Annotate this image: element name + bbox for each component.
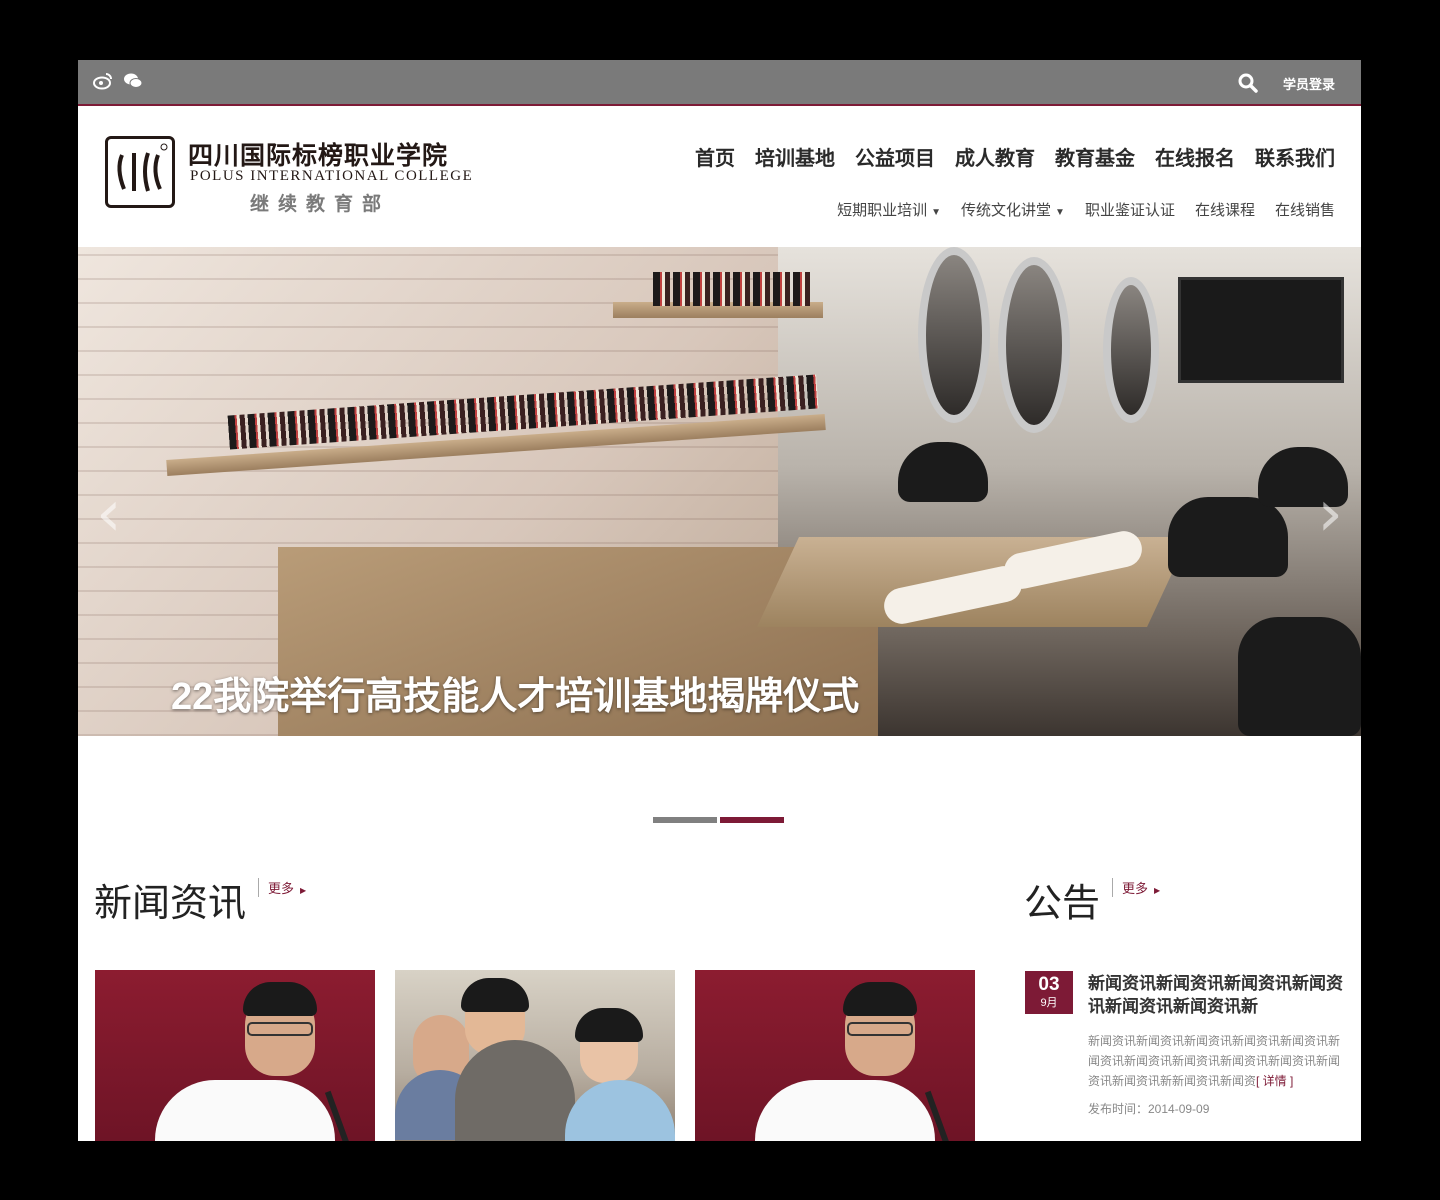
- student-login-link[interactable]: 学员登录: [1283, 74, 1335, 93]
- wechat-icon[interactable]: [122, 72, 144, 94]
- thumb-figure: [243, 982, 317, 1016]
- notice-title: 公告: [1024, 883, 1101, 925]
- banner-chair: [1168, 497, 1288, 577]
- thumb-figure: [575, 1008, 643, 1042]
- nav-public-welfare[interactable]: 公益项目: [855, 142, 935, 171]
- news-thumb-1[interactable]: [95, 970, 375, 1141]
- caret-right-icon: ▶: [300, 886, 307, 895]
- news-title: 新闻资讯: [94, 883, 247, 925]
- nav-training-base[interactable]: 培训基地: [755, 142, 835, 171]
- notice-more-link[interactable]: 更多 ▶: [1112, 878, 1160, 897]
- nav-home[interactable]: 首页: [695, 142, 735, 171]
- subnav-traditional-culture[interactable]: 传统文化讲堂 ▼: [961, 199, 1065, 220]
- logo-department: 继续教育部: [250, 194, 391, 215]
- subnav-label: 在线课程: [1194, 202, 1255, 219]
- banner-mirror: [998, 257, 1070, 433]
- news-thumb-2[interactable]: [395, 970, 675, 1141]
- more-label: 更多: [268, 881, 295, 896]
- notice-detail-link[interactable]: [ 详情 ]: [1256, 1074, 1293, 1088]
- notice-day: 03: [1038, 974, 1060, 995]
- subnav-short-training[interactable]: 短期职业培训 ▼: [837, 199, 941, 220]
- caret-down-icon: ▼: [931, 207, 942, 218]
- search-icon[interactable]: [1238, 73, 1258, 93]
- banner-mirror: [1103, 277, 1159, 423]
- hero-banner[interactable]: 22我院举行高技能人才培训基地揭牌仪式 ‹ ›: [78, 247, 1361, 736]
- prev-arrow-icon[interactable]: ‹: [96, 477, 122, 551]
- notice-date-badge: 03 9月: [1025, 971, 1073, 1014]
- main-nav: 首页 培训基地 公益项目 成人教育 教育基金 在线报名 联系我们: [695, 142, 1335, 171]
- more-label: 更多: [1122, 881, 1149, 896]
- news-thumb-3[interactable]: [695, 970, 975, 1141]
- subnav-label: 传统文化讲堂: [961, 202, 1052, 219]
- slide-pager: [653, 817, 784, 823]
- thumb-figure: [455, 1040, 575, 1141]
- banner-tv: [1178, 277, 1344, 383]
- notice-publish-time: 发布时间：2014-09-09: [1088, 1102, 1210, 1116]
- nav-adult-education[interactable]: 成人教育: [955, 142, 1035, 171]
- logo-chinese-name[interactable]: 四川国际标榜职业学院: [188, 136, 448, 172]
- next-arrow-icon[interactable]: ›: [1317, 477, 1343, 551]
- notice-body-text: 新闻资讯新闻资讯新闻资讯新闻资讯新闻资讯新闻资讯新闻资讯新闻资讯新闻资讯新闻资讯…: [1088, 1034, 1341, 1088]
- banner-bottles: [653, 272, 813, 306]
- subnav-label: 短期职业培训: [837, 202, 928, 219]
- top-bar: 学员登录: [78, 60, 1361, 106]
- caret-down-icon: ▼: [1055, 207, 1065, 218]
- news-more-link[interactable]: 更多 ▶: [258, 878, 306, 897]
- banner-mirror: [918, 247, 990, 423]
- subnav-online-sales[interactable]: 在线销售: [1275, 199, 1335, 220]
- subnav-label: 职业鉴证认证: [1084, 202, 1175, 219]
- thumb-figure: [461, 978, 529, 1012]
- subnav-online-courses[interactable]: 在线课程: [1195, 199, 1255, 220]
- subnav-certification[interactable]: 职业鉴证认证: [1085, 199, 1175, 220]
- page: 学员登录 四川国际标榜职业学院 POLUS INTERNATIONAL COLL…: [78, 60, 1361, 1141]
- logo-mark[interactable]: [105, 136, 175, 208]
- nav-education-fund[interactable]: 教育基金: [1055, 142, 1135, 171]
- thumb-figure: [247, 1022, 313, 1036]
- notice-month: 9月: [1040, 997, 1058, 1009]
- nav-contact-us[interactable]: 联系我们: [1255, 142, 1335, 171]
- pager-dot-1[interactable]: [653, 817, 717, 823]
- thumb-figure: [755, 1080, 935, 1141]
- thumb-figure: [843, 982, 917, 1016]
- notice-item-title[interactable]: 新闻资讯新闻资讯新闻资讯新闻资讯新闻资讯新闻资讯新: [1088, 972, 1343, 1018]
- caret-right-icon: ▶: [1154, 886, 1161, 895]
- thumb-figure: [847, 1022, 913, 1036]
- subnav-label: 在线销售: [1274, 202, 1335, 219]
- sub-nav: 短期职业培训 ▼ 传统文化讲堂 ▼ 职业鉴证认证 在线课程 在线销售: [837, 199, 1335, 220]
- thumb-figure: [155, 1080, 335, 1141]
- nav-online-registration[interactable]: 在线报名: [1155, 142, 1235, 171]
- banner-caption[interactable]: 22我院举行高技能人才培训基地揭牌仪式: [171, 665, 859, 720]
- banner-chair: [1238, 617, 1361, 736]
- notice-item-body: 新闻资讯新闻资讯新闻资讯新闻资讯新闻资讯新闻资讯新闻资讯新闻资讯新闻资讯新闻资讯…: [1088, 1031, 1343, 1091]
- logo-english-name: POLUS INTERNATIONAL COLLEGE: [190, 168, 474, 184]
- thumb-figure: [565, 1080, 675, 1141]
- pager-dot-2-active[interactable]: [720, 817, 784, 823]
- weibo-icon[interactable]: [92, 72, 114, 94]
